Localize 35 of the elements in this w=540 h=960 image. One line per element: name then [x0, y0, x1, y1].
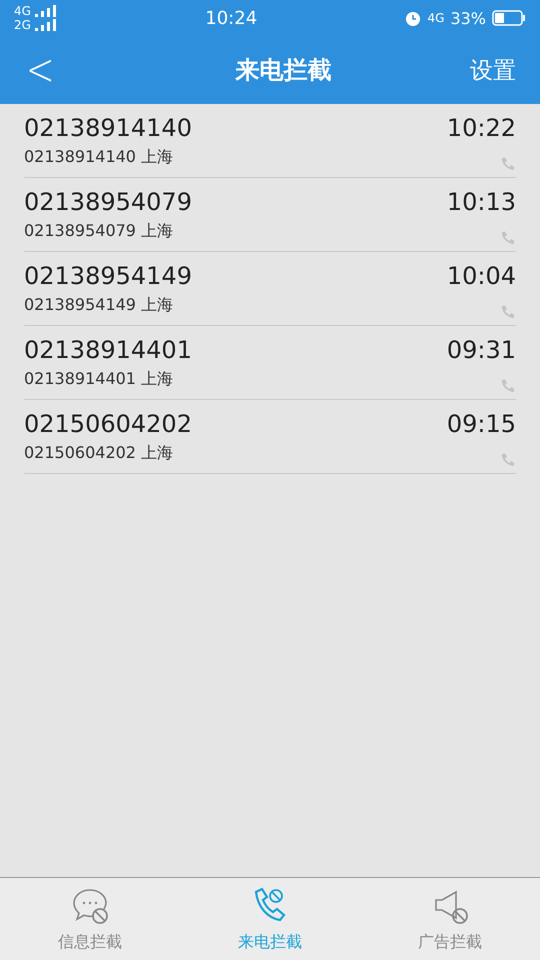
battery-percent: 33% — [450, 8, 486, 28]
call-time: 10:22 — [446, 114, 516, 144]
signal-icon — [34, 4, 59, 18]
phone-number: 02138914140 — [24, 114, 193, 144]
phone-icon — [500, 157, 514, 171]
call-time: 09:15 — [446, 410, 516, 440]
phone-icon — [500, 453, 514, 467]
phone-icon — [500, 305, 514, 319]
call-log-row[interactable]: 02150604202 09:15 02150604202 上海 — [24, 400, 516, 474]
sim-network-label: 2G — [14, 18, 31, 32]
sim-network-label: 4G — [14, 4, 31, 18]
phone-icon — [500, 379, 514, 393]
call-log-row[interactable]: 02138914140 10:22 02138914140 上海 — [24, 104, 516, 178]
call-time: 10:13 — [446, 188, 516, 218]
number-location: 02138954079 上海 — [24, 221, 174, 242]
number-location: 02138914401 上海 — [24, 369, 174, 390]
phone-number: 02150604202 — [24, 410, 193, 440]
call-time: 10:04 — [446, 262, 516, 292]
network-label: 4G — [428, 11, 444, 25]
phone-number: 02138954079 — [24, 188, 193, 218]
signal-icon — [34, 18, 59, 32]
phone-icon — [500, 231, 514, 245]
page-title: 来电拦截 — [235, 55, 332, 86]
alarm-icon — [404, 9, 422, 27]
number-location: 02150604202 上海 — [24, 443, 174, 464]
battery-icon — [492, 10, 526, 26]
number-location: 02138954149 上海 — [24, 295, 174, 316]
call-log-row[interactable]: 02138954149 10:04 02138954149 上海 — [24, 252, 516, 326]
phone-number: 02138914401 — [24, 336, 193, 366]
call-time: 09:31 — [446, 336, 516, 366]
call-log-row[interactable]: 02138954079 10:13 02138954079 上海 — [24, 178, 516, 252]
number-location: 02138914140 上海 — [24, 147, 174, 168]
call-log-row[interactable]: 02138914401 09:31 02138914401 上海 — [24, 326, 516, 400]
phone-number: 02138954149 — [24, 262, 193, 292]
status-time: 10:24 — [205, 8, 258, 28]
